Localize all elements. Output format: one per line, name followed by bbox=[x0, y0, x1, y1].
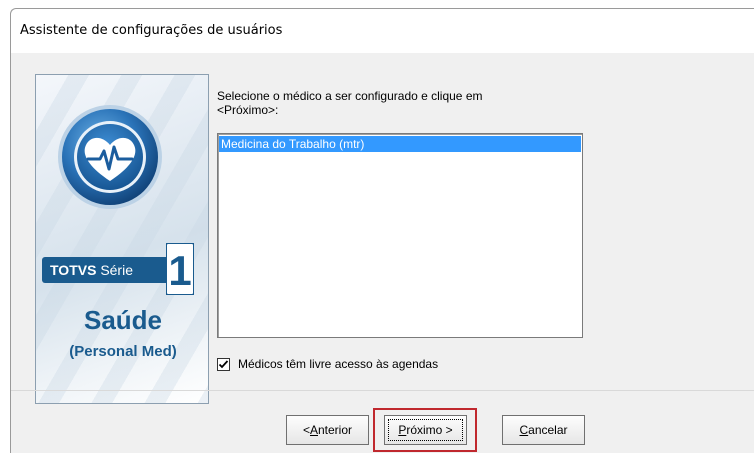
instructions-line-1: Selecione o médico a ser configurado e c… bbox=[217, 89, 483, 103]
instructions-text: Selecione o médico a ser configurado e c… bbox=[217, 89, 577, 117]
product-logo-panel: TOTVS Série 1 Saúde (Personal Med) bbox=[35, 74, 209, 404]
previous-button[interactable]: < Anterior bbox=[286, 415, 369, 445]
totvs-brand: TOTVS bbox=[50, 262, 97, 278]
window-title: Assistente de configurações de usuários bbox=[20, 23, 283, 38]
list-item[interactable]: Medicina do Trabalho (mtr) bbox=[219, 136, 581, 152]
instructions-line-2: <Próximo>: bbox=[217, 103, 279, 117]
heart-pulse-icon bbox=[58, 105, 162, 209]
serie-number: 1 bbox=[168, 247, 191, 294]
checkmark-icon bbox=[218, 359, 229, 368]
product-name: Saúde bbox=[83, 305, 163, 335]
title-bar[interactable]: Assistente de configurações de usuários bbox=[11, 9, 754, 53]
previous-button-label: nterior bbox=[318, 423, 353, 437]
free-access-label: Médicos têm livre acesso às agendas bbox=[238, 357, 439, 371]
cancel-button[interactable]: Cancelar bbox=[502, 415, 585, 445]
cancel-button-mnemonic: C bbox=[519, 423, 529, 437]
doctor-listbox[interactable]: Medicina do Trabalho (mtr) bbox=[217, 133, 583, 338]
product-subtitle: (Personal Med) bbox=[69, 343, 177, 360]
serie-word: Série bbox=[100, 262, 133, 278]
next-button-highlight bbox=[373, 408, 477, 452]
button-divider bbox=[11, 390, 754, 391]
previous-button-mnemonic: A bbox=[309, 423, 318, 437]
free-access-checkbox[interactable] bbox=[217, 357, 230, 371]
wizard-body: TOTVS Série 1 Saúde (Personal Med) Selec… bbox=[11, 53, 754, 453]
serie-one-badge: 1 bbox=[166, 243, 194, 295]
wizard-window: Assistente de configurações de usuários bbox=[10, 8, 754, 453]
totvs-serie-label: TOTVS Série bbox=[50, 262, 133, 278]
free-access-option[interactable]: Médicos têm livre acesso às agendas bbox=[217, 356, 438, 372]
cancel-button-label: ancelar bbox=[528, 423, 568, 437]
previous-button-prefix: < bbox=[302, 423, 310, 437]
